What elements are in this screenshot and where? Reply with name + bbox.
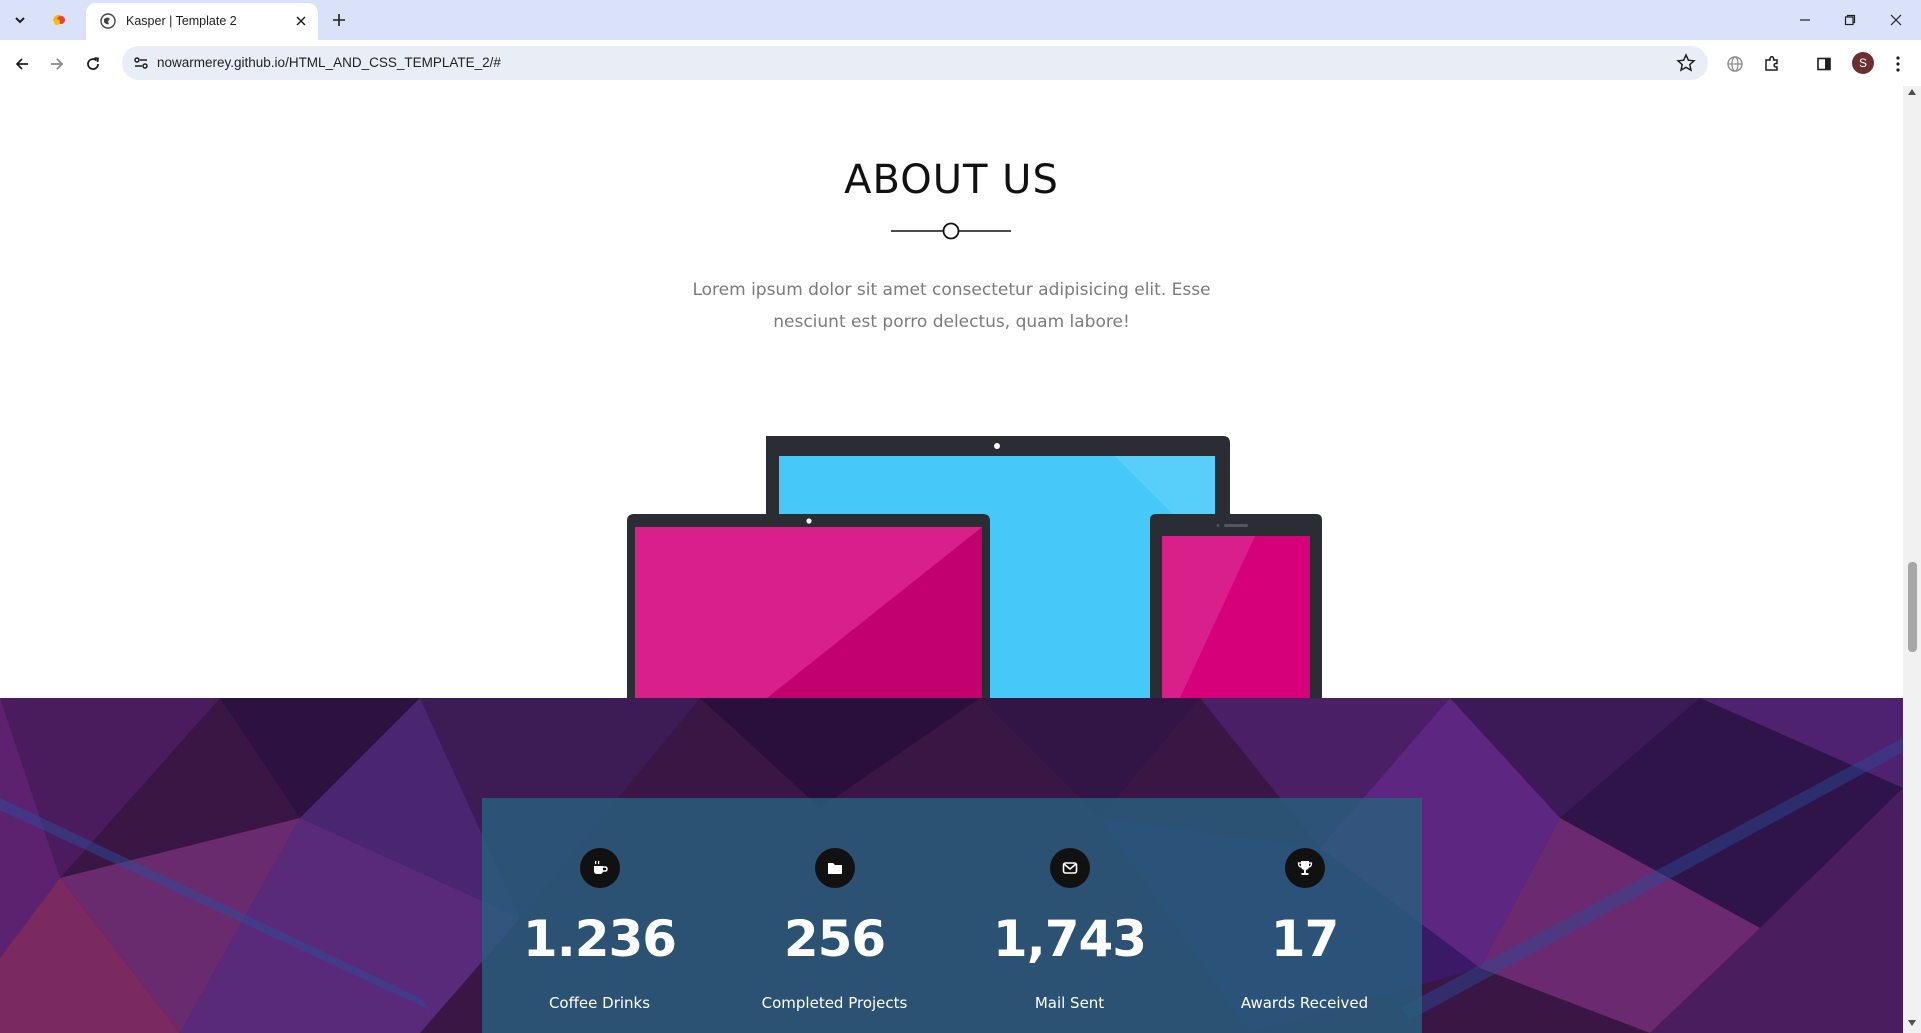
stat-coffee: 1.236 Coffee Drinks	[482, 798, 717, 1033]
stat-icon-badge	[1285, 848, 1325, 888]
address-bar[interactable]: nowarmerey.github.io/HTML_AND_CSS_TEMPLA…	[122, 46, 1708, 80]
side-panel-button[interactable]	[1812, 52, 1836, 76]
scroll-down-arrow-icon[interactable]	[1908, 1020, 1916, 1026]
forward-button[interactable]	[45, 52, 69, 76]
envelope-icon	[1062, 862, 1078, 874]
globe-icon	[1727, 56, 1743, 72]
puzzle-icon	[1765, 55, 1778, 71]
stat-awards: 17 Awards Received	[1187, 798, 1422, 1033]
tablet-landscape	[627, 514, 990, 698]
bookmark-star-icon[interactable]	[1676, 53, 1696, 73]
phone	[1150, 514, 1322, 698]
devices-illustration	[627, 436, 1322, 698]
stat-label: Completed Projects	[761, 994, 908, 1012]
stat-value: 256	[783, 910, 886, 968]
globe-icon	[100, 13, 116, 29]
stat-icon-badge	[815, 848, 855, 888]
stat-label: Awards Received	[1240, 994, 1369, 1012]
stat-icon-badge	[580, 848, 620, 888]
tab-strip: Kasper | Template 2	[0, 0, 1921, 40]
stat-projects: 256 Completed Projects	[717, 798, 952, 1033]
stat-label: Coffee Drinks	[548, 994, 651, 1012]
reload-button[interactable]	[81, 52, 105, 76]
stat-value: 17	[1270, 910, 1340, 968]
coffee-icon	[594, 860, 608, 874]
kebab-menu-icon	[1896, 56, 1900, 72]
browser-toolbar: nowarmerey.github.io/HTML_AND_CSS_TEMPLA…	[0, 40, 1921, 86]
tab-close-button[interactable]	[292, 12, 310, 30]
side-panel-icon	[1817, 57, 1831, 71]
active-tab[interactable]: Kasper | Template 2	[86, 3, 318, 40]
stat-mail: 1,743 Mail Sent	[952, 798, 1187, 1033]
page-viewport: ABOUT US Lorem ipsum dolor sit amet cons…	[0, 86, 1903, 1033]
arrow-left-icon	[15, 58, 28, 70]
site-settings-icon[interactable]	[132, 54, 150, 72]
pinned-site-icon	[53, 15, 65, 25]
close-window-button[interactable]	[1881, 8, 1911, 32]
scrollbar-thumb[interactable]	[1908, 562, 1917, 652]
about-description: Lorem ipsum dolor sit amet consectetur a…	[692, 280, 1211, 332]
minimize-button[interactable]	[1790, 8, 1820, 32]
close-icon	[1890, 14, 1902, 26]
extensions-button[interactable]	[1760, 52, 1784, 76]
restore-button[interactable]	[1835, 8, 1865, 32]
tab-title: Kasper | Template 2	[126, 14, 237, 28]
back-button[interactable]	[10, 52, 34, 76]
restore-icon	[1844, 14, 1856, 26]
minimize-icon	[1800, 19, 1810, 21]
folder-icon	[828, 863, 842, 874]
translate-button[interactable]	[1723, 52, 1747, 76]
reload-icon	[87, 57, 100, 70]
plus-icon	[333, 14, 345, 26]
stat-icon-badge	[1050, 848, 1090, 888]
scroll-up-arrow-icon[interactable]	[1908, 89, 1916, 95]
chevron-down-icon	[15, 17, 25, 24]
menu-button[interactable]	[1886, 52, 1910, 76]
stat-value: 1,743	[992, 910, 1147, 968]
stat-value: 1.236	[522, 910, 677, 968]
profile-avatar[interactable]: S	[1852, 52, 1874, 74]
new-tab-button[interactable]	[328, 9, 350, 31]
stats-panel: 1.236 Coffee Drinks 256 Completed Projec…	[482, 798, 1422, 1033]
tab-search-button[interactable]	[8, 8, 32, 32]
page-scrollbar[interactable]	[1903, 86, 1921, 1033]
trophy-icon	[1297, 861, 1313, 875]
arrow-right-icon	[51, 58, 64, 70]
close-icon	[296, 16, 306, 26]
section-divider	[891, 222, 1011, 240]
pinned-tab-favicon[interactable]	[50, 11, 68, 29]
stats-section: 1.236 Coffee Drinks 256 Completed Projec…	[0, 698, 1903, 1033]
about-heading: ABOUT US	[844, 157, 1059, 203]
url-text[interactable]: nowarmerey.github.io/HTML_AND_CSS_TEMPLA…	[157, 55, 501, 70]
stat-label: Mail Sent	[1034, 994, 1105, 1012]
